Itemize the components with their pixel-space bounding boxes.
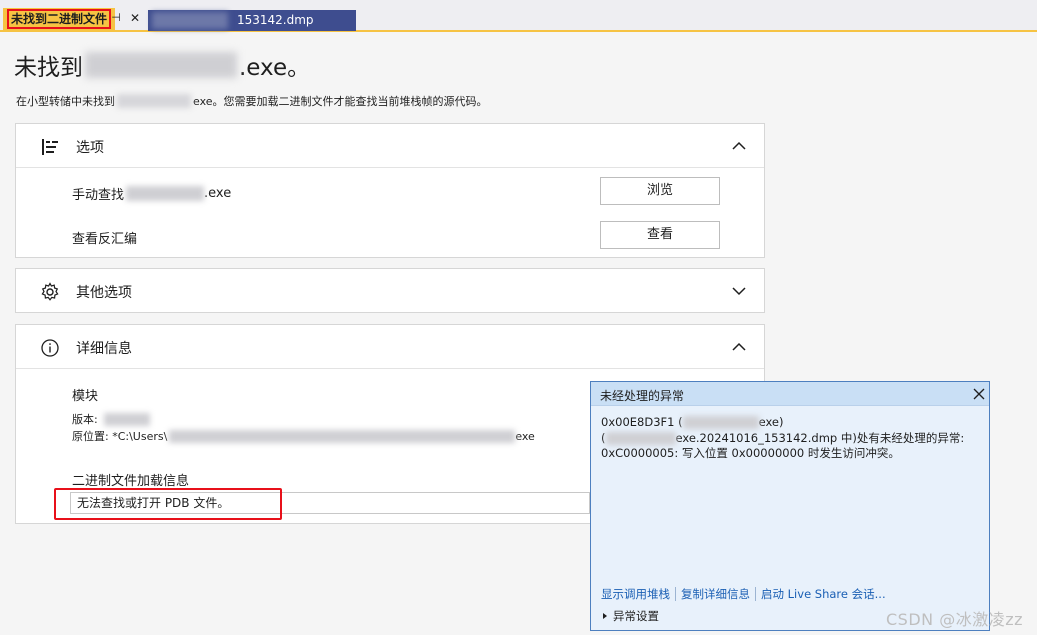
tab-dump-file[interactable]: 153142.dmp xyxy=(148,10,356,31)
close-icon[interactable] xyxy=(972,387,986,401)
divider xyxy=(755,587,756,601)
binary-load-heading: 二进制文件加载信息 xyxy=(72,474,190,489)
redacted-block xyxy=(117,94,191,108)
redacted-block xyxy=(85,52,237,78)
version-label: 版本: xyxy=(72,411,150,427)
exception-line-3: 0xC0000005: 写入位置 0x00000000 时发生访问冲突。 xyxy=(601,446,900,460)
manual-find-prefix: 手动查找 xyxy=(72,188,125,203)
version-label-text: 版本: xyxy=(72,413,98,426)
exception-popup-title: 未经处理的异常 xyxy=(600,389,685,403)
info-icon xyxy=(41,339,59,357)
location-suffix: exe xyxy=(515,429,535,443)
tab-binary-not-found[interactable]: 未找到二进制文件 xyxy=(3,8,116,30)
module-heading: 模块 xyxy=(72,389,99,404)
pin-icon[interactable]: ⊣ xyxy=(108,10,124,26)
exception-line-1-prefix: 0x00E8D3F1 ( xyxy=(601,415,683,429)
copy-details-link[interactable]: 复制详细信息 xyxy=(681,586,750,602)
highlight-frame xyxy=(54,488,282,520)
details-panel-header[interactable]: 详细信息 xyxy=(16,325,764,369)
other-options-panel-title: 其他选项 xyxy=(76,285,132,301)
exception-links: 显示调用堆栈 复制详细信息 启动 Live Share 会话... xyxy=(601,586,886,602)
tab-dump-file-label: 153142.dmp xyxy=(237,13,314,27)
start-live-share-link[interactable]: 启动 Live Share 会话... xyxy=(761,586,886,602)
redacted-block xyxy=(103,412,150,426)
chevron-up-icon[interactable] xyxy=(731,138,747,154)
redacted-block xyxy=(126,186,205,201)
other-options-panel-header[interactable]: 其他选项 xyxy=(16,269,764,313)
details-panel-title: 详细信息 xyxy=(76,341,132,357)
show-callstack-link[interactable]: 显示调用堆栈 xyxy=(601,586,670,602)
page-subtitle: 在小型转储中未找到 exe。您需要加载二进制文件才能查找当前堆栈帧的源代码。 xyxy=(16,93,488,109)
exception-line-2: ( exe.20241016_153142.dmp 中)处有未经处理的异常: xyxy=(601,430,964,446)
options-panel-title: 选项 xyxy=(76,140,104,156)
exception-popup-header: 未经处理的异常 xyxy=(591,382,989,406)
exception-line-1: 0x00E8D3F1 ( exe) xyxy=(601,415,783,429)
location-label-text: 原位置: *C:\Users\ xyxy=(72,430,168,443)
tab-binary-not-found-label: 未找到二进制文件 xyxy=(7,9,112,29)
options-panel-header[interactable]: 选项 xyxy=(16,124,764,168)
expand-arrow-icon xyxy=(603,613,607,619)
redacted-block xyxy=(152,12,228,29)
options-list-icon xyxy=(42,139,58,155)
divider xyxy=(675,587,676,601)
manual-find-suffix: .exe xyxy=(204,186,232,201)
chevron-down-icon[interactable] xyxy=(731,283,747,299)
page-subtitle-prefix: 在小型转储中未找到 xyxy=(16,95,115,108)
options-panel: 选项 手动查找 .exe 浏览 查看反汇编 查看 xyxy=(15,123,765,258)
watermark: CSDN @冰激凌zz xyxy=(886,610,1024,629)
exception-line-2-suffix: exe.20241016_153142.dmp 中)处有未经处理的异常: xyxy=(675,431,965,445)
view-button[interactable]: 查看 xyxy=(600,221,720,249)
exception-line-1-suffix: exe) xyxy=(758,415,784,429)
chevron-up-icon[interactable] xyxy=(731,339,747,355)
redacted-block xyxy=(605,431,676,445)
redacted-block xyxy=(682,415,759,429)
document-tab-bar: 未找到二进制文件 ⊣ ✕ 153142.dmp xyxy=(0,0,1037,32)
other-options-panel: 其他选项 xyxy=(15,268,765,313)
view-disassembly-label: 查看反汇编 xyxy=(72,232,138,247)
close-icon[interactable]: ✕ xyxy=(127,10,143,26)
browse-button[interactable]: 浏览 xyxy=(600,177,720,205)
gear-icon xyxy=(41,282,59,301)
manual-find-label: 手动查找 .exe xyxy=(72,184,231,203)
page-title-prefix: 未找到 xyxy=(14,55,83,81)
exception-settings-label: 异常设置 xyxy=(613,609,659,623)
exception-popup: 未经处理的异常 0x00E8D3F1 ( exe) ( exe.20241016… xyxy=(590,381,990,631)
page-title: 未找到 .exe。 xyxy=(14,48,310,82)
exception-settings-toggle[interactable]: 异常设置 xyxy=(601,608,659,624)
page-title-suffix: .exe。 xyxy=(239,55,311,81)
redacted-block xyxy=(169,429,516,443)
page-subtitle-suffix: exe。您需要加载二进制文件才能查找当前堆栈帧的源代码。 xyxy=(193,95,488,108)
location-label: 原位置: *C:\Users\ exe xyxy=(72,428,535,444)
